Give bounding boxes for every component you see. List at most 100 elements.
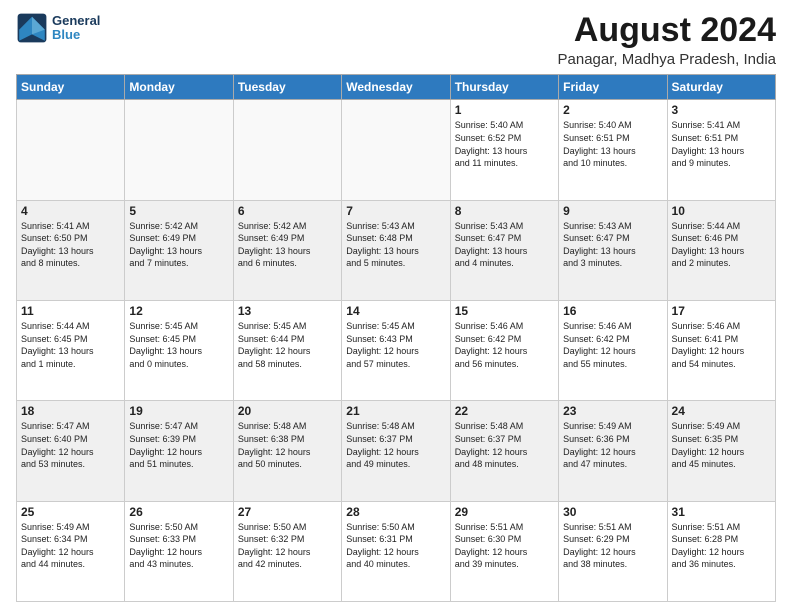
calendar-cell: 28 Sunrise: 5:50 AM Sunset: 6:31 PM Dayli… (342, 501, 450, 601)
day-info: Sunrise: 5:47 AM Sunset: 6:40 PM Dayligh… (21, 420, 120, 470)
day-info: Sunrise: 5:45 AM Sunset: 6:45 PM Dayligh… (129, 320, 228, 370)
day-number: 3 (672, 103, 771, 117)
day-number: 30 (563, 505, 662, 519)
calendar-cell: 27 Sunrise: 5:50 AM Sunset: 6:32 PM Dayli… (233, 501, 341, 601)
day-info: Sunrise: 5:47 AM Sunset: 6:39 PM Dayligh… (129, 420, 228, 470)
calendar-cell: 7 Sunrise: 5:43 AM Sunset: 6:48 PM Daylig… (342, 200, 450, 300)
day-number: 28 (346, 505, 445, 519)
calendar-cell: 13 Sunrise: 5:45 AM Sunset: 6:44 PM Dayli… (233, 301, 341, 401)
calendar-cell (233, 100, 341, 200)
calendar-cell: 15Sunrise: 5:46 AM Sunset: 6:42 PM Dayli… (450, 301, 558, 401)
calendar-week-row: 25 Sunrise: 5:49 AM Sunset: 6:34 PM Dayli… (17, 501, 776, 601)
day-number: 4 (21, 204, 120, 218)
day-info: Sunrise: 5:45 AM Sunset: 6:43 PM Dayligh… (346, 320, 445, 370)
calendar-cell: 24 Sunrise: 5:49 AM Sunset: 6:35 PM Dayli… (667, 401, 775, 501)
calendar-cell: 20Sunrise: 5:48 AM Sunset: 6:38 PM Dayli… (233, 401, 341, 501)
day-info: Sunrise: 5:51 AM Sunset: 6:29 PM Dayligh… (563, 521, 662, 571)
calendar-week-row: 11Sunrise: 5:44 AM Sunset: 6:45 PM Dayli… (17, 301, 776, 401)
day-info: Sunrise: 5:48 AM Sunset: 6:38 PM Dayligh… (238, 420, 337, 470)
day-number: 22 (455, 404, 554, 418)
day-info: Sunrise: 5:43 AM Sunset: 6:47 PM Dayligh… (455, 220, 554, 270)
calendar-cell: 25 Sunrise: 5:49 AM Sunset: 6:34 PM Dayli… (17, 501, 125, 601)
calendar-cell: 16 Sunrise: 5:46 AM Sunset: 6:42 PM Dayli… (559, 301, 667, 401)
day-number: 24 (672, 404, 771, 418)
day-number: 9 (563, 204, 662, 218)
calendar-cell: 21 Sunrise: 5:48 AM Sunset: 6:37 PM Dayli… (342, 401, 450, 501)
day-info: Sunrise: 5:40 AM Sunset: 6:51 PM Dayligh… (563, 119, 662, 169)
day-header-friday: Friday (559, 75, 667, 100)
subtitle: Panagar, Madhya Pradesh, India (558, 51, 776, 68)
calendar-cell: 11Sunrise: 5:44 AM Sunset: 6:45 PM Dayli… (17, 301, 125, 401)
logo: General Blue (16, 12, 100, 44)
day-header-thursday: Thursday (450, 75, 558, 100)
calendar-week-row: 18 Sunrise: 5:47 AM Sunset: 6:40 PM Dayli… (17, 401, 776, 501)
day-info: Sunrise: 5:51 AM Sunset: 6:30 PM Dayligh… (455, 521, 554, 571)
calendar-cell: 1 Sunrise: 5:40 AM Sunset: 6:52 PM Daylig… (450, 100, 558, 200)
day-number: 27 (238, 505, 337, 519)
calendar-cell: 23Sunrise: 5:49 AM Sunset: 6:36 PM Dayli… (559, 401, 667, 501)
day-number: 10 (672, 204, 771, 218)
day-info: Sunrise: 5:49 AM Sunset: 6:35 PM Dayligh… (672, 420, 771, 470)
header: General Blue August 2024 Panagar, Madhya… (16, 12, 776, 68)
day-info: Sunrise: 5:49 AM Sunset: 6:34 PM Dayligh… (21, 521, 120, 571)
logo-icon (16, 12, 48, 44)
calendar-cell: 29 Sunrise: 5:51 AM Sunset: 6:30 PM Dayli… (450, 501, 558, 601)
calendar-cell: 17 Sunrise: 5:46 AM Sunset: 6:41 PM Dayli… (667, 301, 775, 401)
day-number: 21 (346, 404, 445, 418)
calendar-cell: 26 Sunrise: 5:50 AM Sunset: 6:33 PM Dayli… (125, 501, 233, 601)
day-info: Sunrise: 5:42 AM Sunset: 6:49 PM Dayligh… (238, 220, 337, 270)
day-number: 8 (455, 204, 554, 218)
day-number: 18 (21, 404, 120, 418)
day-info: Sunrise: 5:50 AM Sunset: 6:31 PM Dayligh… (346, 521, 445, 571)
day-number: 16 (563, 304, 662, 318)
day-info: Sunrise: 5:43 AM Sunset: 6:47 PM Dayligh… (563, 220, 662, 270)
calendar-cell: 19Sunrise: 5:47 AM Sunset: 6:39 PM Dayli… (125, 401, 233, 501)
day-info: Sunrise: 5:40 AM Sunset: 6:52 PM Dayligh… (455, 119, 554, 169)
day-number: 26 (129, 505, 228, 519)
day-info: Sunrise: 5:46 AM Sunset: 6:42 PM Dayligh… (563, 320, 662, 370)
day-info: Sunrise: 5:51 AM Sunset: 6:28 PM Dayligh… (672, 521, 771, 571)
day-header-saturday: Saturday (667, 75, 775, 100)
day-number: 7 (346, 204, 445, 218)
day-info: Sunrise: 5:45 AM Sunset: 6:44 PM Dayligh… (238, 320, 337, 370)
calendar-cell (125, 100, 233, 200)
day-info: Sunrise: 5:50 AM Sunset: 6:32 PM Dayligh… (238, 521, 337, 571)
day-number: 2 (563, 103, 662, 117)
day-number: 29 (455, 505, 554, 519)
main-title: August 2024 (558, 12, 776, 49)
day-number: 6 (238, 204, 337, 218)
day-number: 31 (672, 505, 771, 519)
day-number: 17 (672, 304, 771, 318)
day-header-wednesday: Wednesday (342, 75, 450, 100)
day-info: Sunrise: 5:43 AM Sunset: 6:48 PM Dayligh… (346, 220, 445, 270)
calendar-week-row: 1 Sunrise: 5:40 AM Sunset: 6:52 PM Daylig… (17, 100, 776, 200)
day-info: Sunrise: 5:41 AM Sunset: 6:50 PM Dayligh… (21, 220, 120, 270)
calendar-cell: 9 Sunrise: 5:43 AM Sunset: 6:47 PM Daylig… (559, 200, 667, 300)
day-number: 5 (129, 204, 228, 218)
day-number: 13 (238, 304, 337, 318)
calendar-cell: 22Sunrise: 5:48 AM Sunset: 6:37 PM Dayli… (450, 401, 558, 501)
calendar-cell: 31 Sunrise: 5:51 AM Sunset: 6:28 PM Dayli… (667, 501, 775, 601)
page: General Blue August 2024 Panagar, Madhya… (0, 0, 792, 612)
calendar-cell: 2 Sunrise: 5:40 AM Sunset: 6:51 PM Daylig… (559, 100, 667, 200)
day-info: Sunrise: 5:48 AM Sunset: 6:37 PM Dayligh… (346, 420, 445, 470)
day-number: 11 (21, 304, 120, 318)
calendar-cell: 8 Sunrise: 5:43 AM Sunset: 6:47 PM Daylig… (450, 200, 558, 300)
day-header-sunday: Sunday (17, 75, 125, 100)
day-number: 14 (346, 304, 445, 318)
day-number: 1 (455, 103, 554, 117)
day-info: Sunrise: 5:44 AM Sunset: 6:46 PM Dayligh… (672, 220, 771, 270)
calendar-cell: 4 Sunrise: 5:41 AM Sunset: 6:50 PM Daylig… (17, 200, 125, 300)
calendar-cell (342, 100, 450, 200)
calendar-cell: 3Sunrise: 5:41 AM Sunset: 6:51 PM Daylig… (667, 100, 775, 200)
day-number: 25 (21, 505, 120, 519)
calendar-header-row: SundayMondayTuesdayWednesdayThursdayFrid… (17, 75, 776, 100)
calendar-cell: 10 Sunrise: 5:44 AM Sunset: 6:46 PM Dayli… (667, 200, 775, 300)
day-header-monday: Monday (125, 75, 233, 100)
day-info: Sunrise: 5:50 AM Sunset: 6:33 PM Dayligh… (129, 521, 228, 571)
calendar-cell: 5Sunrise: 5:42 AM Sunset: 6:49 PM Daylig… (125, 200, 233, 300)
logo-text: General Blue (52, 14, 100, 43)
day-number: 12 (129, 304, 228, 318)
day-info: Sunrise: 5:46 AM Sunset: 6:41 PM Dayligh… (672, 320, 771, 370)
calendar-cell: 14 Sunrise: 5:45 AM Sunset: 6:43 PM Dayli… (342, 301, 450, 401)
